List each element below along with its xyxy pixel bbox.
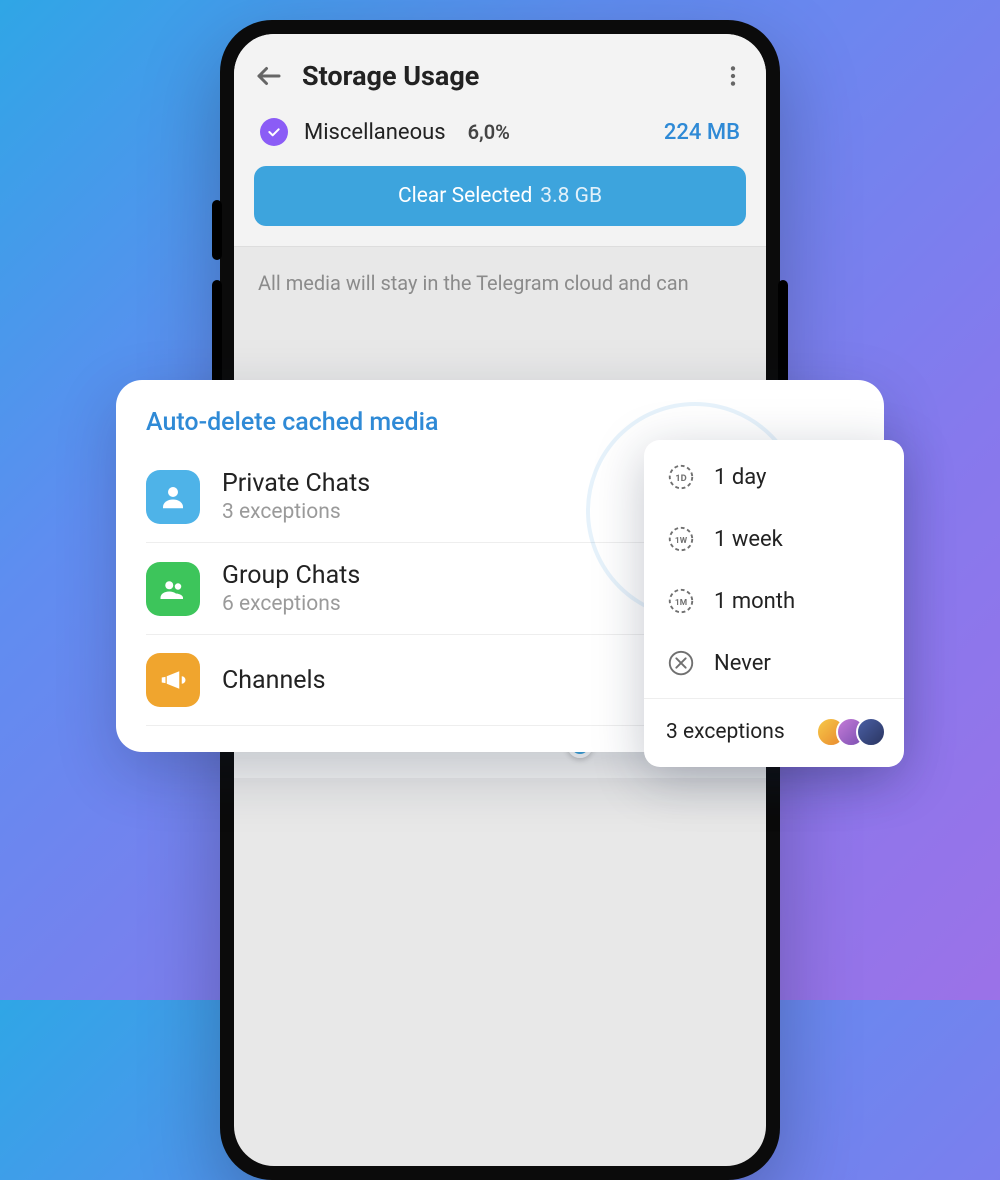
duration-menu: 1D 1 day 1W 1 week 1M 1 month Never 3 ex… <box>644 440 904 767</box>
content-top: Miscellaneous 6,0% 224 MB Clear Selected… <box>234 110 766 246</box>
misc-percent: 6,0% <box>468 120 510 144</box>
menu-label: Never <box>714 651 771 676</box>
menu-1month[interactable]: 1M 1 month <box>644 570 904 632</box>
svg-text:1D: 1D <box>675 473 686 484</box>
menu-never[interactable]: Never <box>644 632 904 694</box>
more-icon[interactable] <box>720 63 746 89</box>
side-button <box>212 200 222 260</box>
auto-delete-card: Auto-delete cached media Private Chats 3… <box>116 380 884 752</box>
menu-label: 1 month <box>714 589 795 614</box>
clear-amount: 3.8 GB <box>540 184 602 208</box>
duration-1m-icon: 1M <box>666 586 696 616</box>
row-subtitle: 6 exceptions <box>222 592 360 616</box>
clear-label: Clear Selected <box>398 184 532 208</box>
megaphone-icon <box>146 653 200 707</box>
menu-1day[interactable]: 1D 1 day <box>644 446 904 508</box>
exception-avatars <box>826 717 886 747</box>
menu-label: 1 week <box>714 527 783 552</box>
misc-label: Miscellaneous <box>304 120 446 145</box>
menu-1week[interactable]: 1W 1 week <box>644 508 904 570</box>
row-title: Group Chats <box>222 561 360 590</box>
back-icon[interactable] <box>254 61 284 91</box>
group-icon <box>146 562 200 616</box>
card-title: Auto-delete cached media <box>146 408 854 437</box>
clear-selected-button[interactable]: Clear Selected 3.8 GB <box>254 166 746 226</box>
menu-exceptions[interactable]: 3 exceptions <box>644 703 904 761</box>
storage-row-misc[interactable]: Miscellaneous 6,0% 224 MB <box>254 110 746 166</box>
duration-1w-icon: 1W <box>666 524 696 554</box>
never-icon <box>666 648 696 678</box>
page-title: Storage Usage <box>302 60 702 92</box>
info-line-1: All media will stay in the Telegram clou… <box>258 269 742 298</box>
menu-label: 1 day <box>714 465 766 490</box>
duration-1d-icon: 1D <box>666 462 696 492</box>
svg-text:1M: 1M <box>675 598 687 608</box>
volume-button <box>212 280 222 390</box>
exceptions-label: 3 exceptions <box>666 720 785 744</box>
row-title: Private Chats <box>222 469 370 498</box>
avatar <box>856 717 886 747</box>
person-icon <box>146 470 200 524</box>
check-icon <box>260 118 288 146</box>
row-subtitle: 3 exceptions <box>222 500 370 524</box>
row-title: Channels <box>222 666 326 695</box>
top-bar: Storage Usage <box>234 34 766 110</box>
misc-size: 224 MB <box>664 120 740 145</box>
svg-text:1W: 1W <box>675 536 688 546</box>
